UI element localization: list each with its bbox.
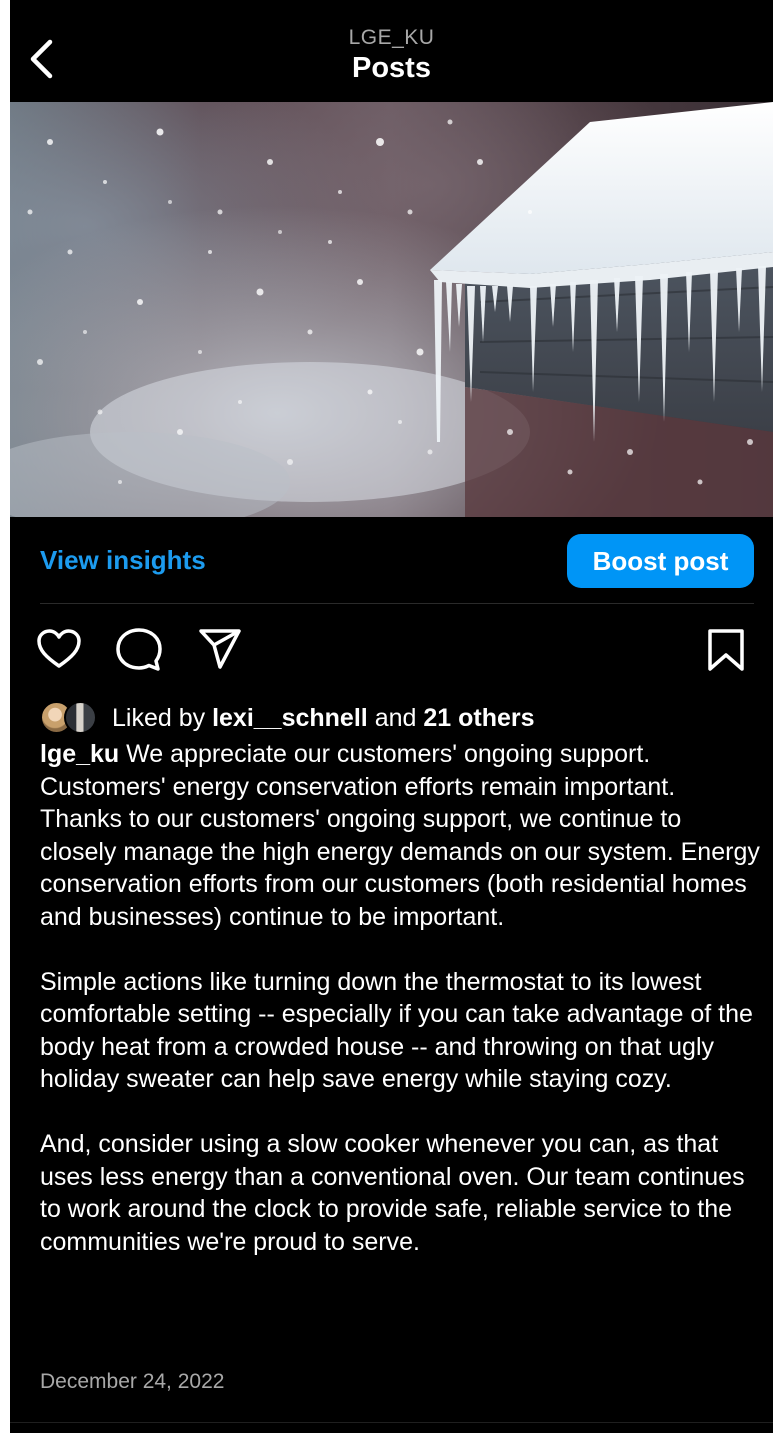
heart-icon [37, 629, 81, 668]
likes-text: Liked by lexi__schnell and 21 others [112, 704, 535, 733]
post-screen: LGE_KU Posts View insights Boost post Li… [10, 0, 773, 1433]
liker-avatars [40, 701, 104, 735]
boost-post-button[interactable]: Boost post [567, 534, 754, 588]
liker-username[interactable]: lexi__schnell [212, 704, 368, 732]
post-date: December 24, 2022 [40, 1370, 225, 1393]
caption-username[interactable]: lge_ku [40, 740, 119, 768]
divider [10, 1422, 773, 1423]
page-title: Posts [352, 52, 431, 84]
caption-paragraph: And, consider using a slow cooker whenev… [40, 1129, 745, 1256]
post-image[interactable] [10, 102, 773, 517]
avatar [64, 701, 97, 734]
comment-icon [116, 628, 162, 671]
divider [40, 603, 754, 604]
post-actions [10, 620, 773, 680]
likes-others[interactable]: 21 others [423, 704, 534, 732]
send-icon [199, 629, 241, 669]
likes-conjunction: and [374, 703, 417, 732]
caption-paragraph: lge_ku We appreciate our customers' ongo… [40, 738, 760, 934]
account-name: LGE_KU [348, 26, 435, 49]
insights-row: View insights Boost post [10, 517, 773, 603]
caption-text: We appreciate our customers' ongoing sup… [40, 740, 760, 931]
likes-row[interactable]: Liked by lexi__schnell and 21 others [40, 700, 535, 736]
view-insights-link[interactable]: View insights [40, 545, 206, 576]
caption-paragraph: Simple actions like turning down the the… [40, 967, 753, 1094]
likes-prefix: Liked by [112, 703, 206, 732]
bookmark-icon [708, 629, 744, 671]
share-button[interactable] [198, 628, 242, 675]
like-button[interactable] [36, 628, 82, 675]
header: LGE_KU Posts [10, 0, 773, 102]
save-button[interactable] [707, 628, 745, 677]
comment-button[interactable] [116, 628, 162, 677]
post-caption: lge_ku We appreciate our customers' ongo… [40, 738, 760, 1258]
